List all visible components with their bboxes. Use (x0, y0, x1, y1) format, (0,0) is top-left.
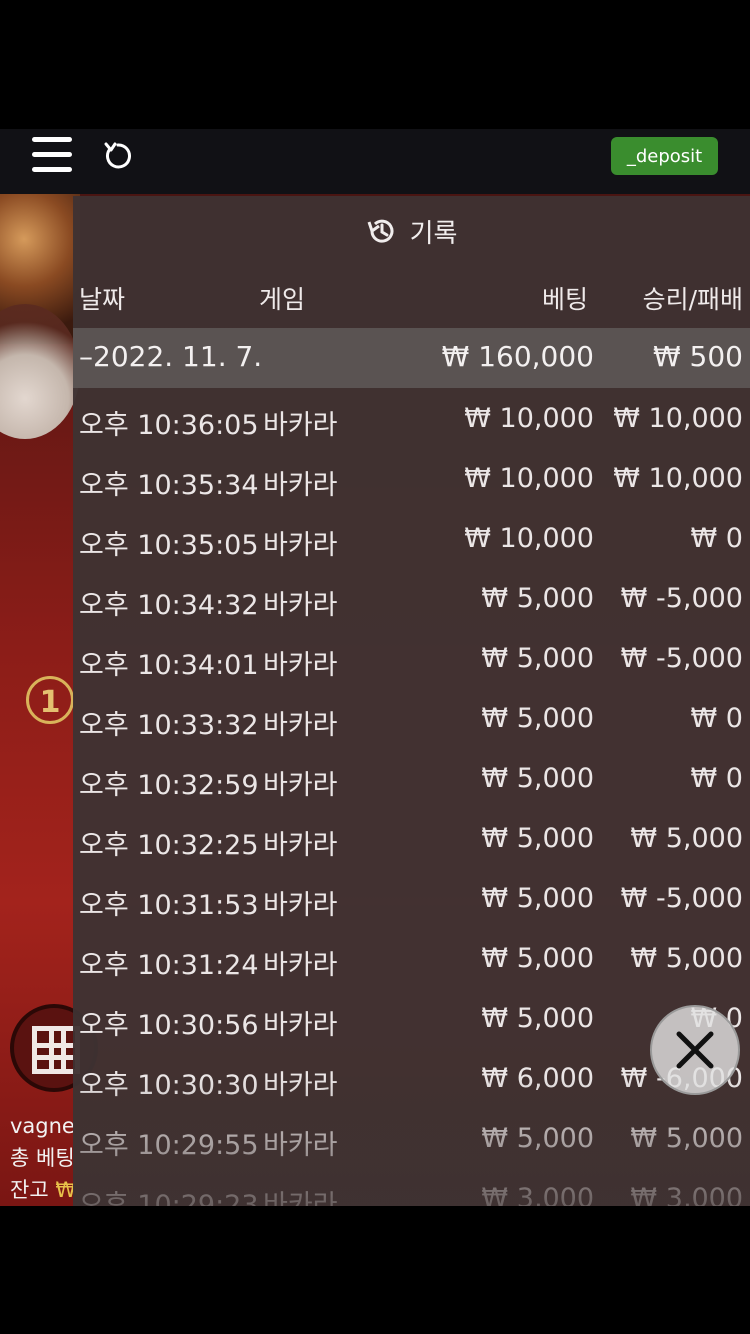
row-result: ₩ 5,000 (630, 823, 743, 854)
history-row[interactable]: 오후 10:30:30바카라₩ 6,000₩ -6,000 (73, 1054, 750, 1114)
row-bet: ₩ 5,000 (481, 823, 594, 854)
row-game: 바카라 (263, 830, 338, 861)
hamburger-menu-icon[interactable] (32, 137, 72, 173)
row-result: ₩ -5,000 (620, 643, 743, 674)
row-time: 오후 10:34:01 (79, 650, 259, 681)
row-game: 바카라 (263, 590, 338, 621)
row-time: 오후 10:34:32 (79, 590, 259, 621)
player-name: vagne (10, 1114, 75, 1138)
column-result: 승리/패배 (642, 285, 743, 314)
row-game: 바카라 (263, 890, 338, 921)
close-icon (676, 1031, 714, 1069)
row-game: 바카라 (263, 530, 338, 561)
row-time: 오후 10:35:05 (79, 530, 259, 561)
row-bet: ₩ 3,000 (481, 1183, 594, 1206)
row-game: 바카라 (263, 1190, 338, 1206)
row-time: 오후 10:31:53 (79, 890, 259, 921)
history-row[interactable]: 오후 10:31:53 바카라 ₩ 5,000 ₩ -5,000 (73, 874, 750, 934)
row-bet: ₩ 5,000 (481, 1003, 594, 1034)
row-game: 바카라 (263, 1130, 338, 1161)
history-row[interactable]: 오후 10:35:34 바카라 ₩ 10,000 ₩ 10,000 (73, 454, 750, 514)
row-result: ₩ -5,000 (620, 883, 743, 914)
row-game: 바카라 (263, 1010, 338, 1041)
row-result: ₩ 3,000 (630, 1183, 743, 1206)
row-result: ₩ 0 (690, 763, 743, 794)
row-game: 바카라 (263, 470, 338, 501)
history-list[interactable]: 오후 10:36:05 바카라 ₩ 10,000 ₩ 10,000 오후 10:35:3… (73, 394, 750, 1206)
day-summary-row[interactable]: –2022. 11. 7. ₩ 160,000 ₩ 500 (73, 328, 750, 388)
row-game: 바카라 (263, 1070, 338, 1101)
row-time: 오후 10:29:55 (79, 1130, 259, 1161)
close-button[interactable] (650, 1005, 740, 1095)
row-game: 바카라 (263, 410, 338, 441)
total-bet-label: 총 베팅 (10, 1146, 75, 1170)
row-time: 오후 10:30:56 (79, 1010, 259, 1041)
history-row[interactable]: 오후 10:36:05 바카라 ₩ 10,000 ₩ 10,000 (73, 394, 750, 454)
row-result: ₩ 0 (690, 523, 743, 554)
row-game: 바카라 (263, 650, 338, 681)
row-time: 오후 10:29:23 (79, 1190, 259, 1206)
player-info: vagne 총 베팅 잔고 ₩ (10, 1110, 76, 1206)
history-row[interactable]: 오후 10:35:05 바카라 ₩ 10,000 ₩ 0 (73, 514, 750, 574)
column-date: 날짜 (79, 285, 126, 314)
row-bet: ₩ 10,000 (464, 403, 594, 434)
history-row[interactable]: 오후 10:34:32 바카라 ₩ 5,000 ₩ -5,000 (73, 574, 750, 634)
row-bet: ₩ 6,000 (481, 1063, 594, 1094)
row-result: ₩ -5,000 (620, 583, 743, 614)
day-date: –2022. 11. 7. (79, 340, 263, 373)
column-game: 게임 (259, 285, 306, 314)
history-row[interactable]: 오후 10:32:59 바카라 ₩ 5,000 ₩ 0 (73, 754, 750, 814)
row-time: 오후 10:35:34 (79, 470, 259, 501)
history-row[interactable]: 오후 10:32:25 바카라 ₩ 5,000 ₩ 5,000 (73, 814, 750, 874)
row-time: 오후 10:32:59 (79, 770, 259, 801)
history-row[interactable]: 오후 10:30:56바카라₩ 5,000₩ 0 (73, 994, 750, 1054)
row-result: ₩ 10,000 (613, 463, 743, 494)
row-bet: ₩ 5,000 (481, 643, 594, 674)
history-row[interactable]: 오후 10:34:01 바카라 ₩ 5,000 ₩ -5,000 (73, 634, 750, 694)
column-bet: 베팅 (541, 285, 588, 314)
deposit-button[interactable]: _deposit (611, 137, 718, 175)
history-icon (367, 219, 394, 243)
row-result: ₩ 0 (690, 703, 743, 734)
day-total-result: ₩ 500 (652, 340, 743, 373)
history-row[interactable]: 오후 10:33:32 바카라 ₩ 5,000 ₩ 0 (73, 694, 750, 754)
row-bet: ₩ 5,000 (481, 1123, 594, 1154)
row-game: 바카라 (263, 950, 338, 981)
balance-label: 잔고 (10, 1178, 49, 1202)
history-panel: 기록 날짜 게임 베팅 승리/패배 –2022. 11. 7. ₩ 160,00… (73, 196, 750, 1206)
row-game: 바카라 (263, 710, 338, 741)
history-row[interactable]: 오후 10:31:24 바카라 ₩ 5,000 ₩ 5,000 (73, 934, 750, 994)
row-bet: ₩ 5,000 (481, 883, 594, 914)
row-time: 오후 10:36:05 (79, 410, 259, 441)
panel-header: 기록 (73, 196, 750, 266)
day-total-bet: ₩ 160,000 (441, 340, 594, 373)
number-badge: 1 (26, 676, 74, 724)
row-result: ₩ 5,000 (630, 943, 743, 974)
row-bet: ₩ 5,000 (481, 703, 594, 734)
row-time: 오후 10:33:32 (79, 710, 259, 741)
row-time: 오후 10:31:24 (79, 950, 259, 981)
row-result: ₩ 10,000 (613, 403, 743, 434)
panel-title: 기록 (409, 218, 458, 249)
row-bet: ₩ 5,000 (481, 583, 594, 614)
row-bet: ₩ 10,000 (464, 463, 594, 494)
row-bet: ₩ 10,000 (464, 523, 594, 554)
history-row[interactable]: 오후 10:29:23 바카라 ₩ 3,000 ₩ 3,000 (73, 1174, 750, 1206)
row-bet: ₩ 5,000 (481, 763, 594, 794)
row-time: 오후 10:32:25 (79, 830, 259, 861)
row-time: 오후 10:30:30 (79, 1070, 259, 1101)
column-headers: 날짜 게임 베팅 승리/패배 (73, 266, 750, 328)
row-result: ₩ 5,000 (630, 1123, 743, 1154)
row-game: 바카라 (263, 770, 338, 801)
history-row[interactable]: 오후 10:29:55 바카라 ₩ 5,000 ₩ 5,000 (73, 1114, 750, 1174)
refresh-icon[interactable] (102, 140, 134, 172)
row-bet: ₩ 5,000 (481, 943, 594, 974)
